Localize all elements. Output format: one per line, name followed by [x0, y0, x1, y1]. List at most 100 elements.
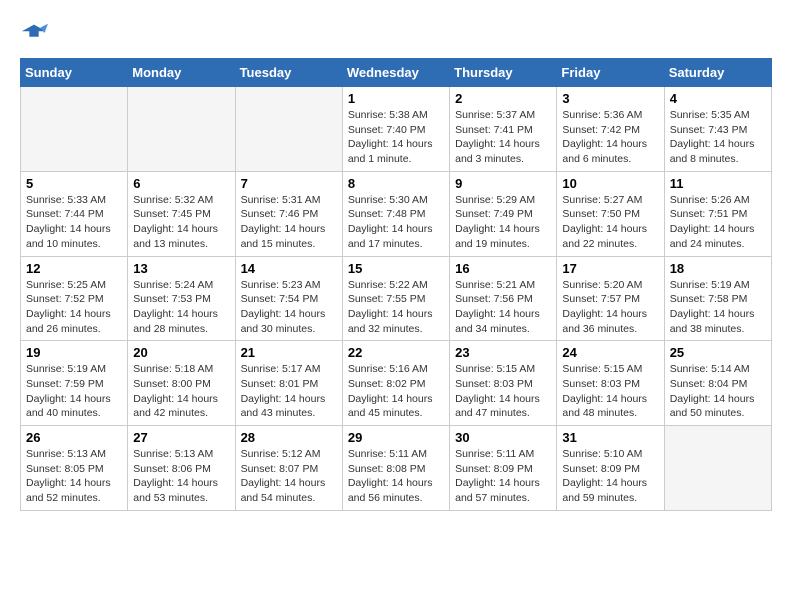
day-info: Sunrise: 5:13 AMSunset: 8:05 PMDaylight:… — [26, 447, 122, 506]
calendar-cell: 14 Sunrise: 5:23 AMSunset: 7:54 PMDayligh… — [235, 256, 342, 341]
day-info: Sunrise: 5:19 AMSunset: 7:58 PMDaylight:… — [670, 278, 766, 337]
day-info: Sunrise: 5:23 AMSunset: 7:54 PMDaylight:… — [241, 278, 337, 337]
weekday-header: Tuesday — [235, 59, 342, 87]
day-number: 1 — [348, 91, 444, 106]
weekday-header: Wednesday — [342, 59, 449, 87]
day-number: 22 — [348, 345, 444, 360]
calendar-cell: 29 Sunrise: 5:11 AMSunset: 8:08 PMDayligh… — [342, 426, 449, 511]
calendar-cell: 30 Sunrise: 5:11 AMSunset: 8:09 PMDayligh… — [450, 426, 557, 511]
day-info: Sunrise: 5:21 AMSunset: 7:56 PMDaylight:… — [455, 278, 551, 337]
calendar-cell: 25Sunrise: 5:14 AMSunset: 8:04 PMDayligh… — [664, 341, 771, 426]
day-info: Sunrise: 5:13 AMSunset: 8:06 PMDaylight:… — [133, 447, 229, 506]
day-info: Sunrise: 5:15 AMSunset: 8:03 PMDaylight:… — [455, 362, 551, 421]
calendar-cell: 27 Sunrise: 5:13 AMSunset: 8:06 PMDayligh… — [128, 426, 235, 511]
day-number: 14 — [241, 261, 337, 276]
day-number: 28 — [241, 430, 337, 445]
calendar-cell: 8 Sunrise: 5:30 AMSunset: 7:48 PMDaylight… — [342, 171, 449, 256]
day-number: 29 — [348, 430, 444, 445]
weekday-header: Saturday — [664, 59, 771, 87]
day-number: 18 — [670, 261, 766, 276]
calendar-cell: 19 Sunrise: 5:19 AMSunset: 7:59 PMDayligh… — [21, 341, 128, 426]
weekday-header: Sunday — [21, 59, 128, 87]
day-number: 13 — [133, 261, 229, 276]
day-number: 12 — [26, 261, 122, 276]
calendar-cell: 13 Sunrise: 5:24 AMSunset: 7:53 PMDayligh… — [128, 256, 235, 341]
day-info: Sunrise: 5:17 AMSunset: 8:01 PMDaylight:… — [241, 362, 337, 421]
day-number: 31 — [562, 430, 658, 445]
calendar-cell: 23 Sunrise: 5:15 AMSunset: 8:03 PMDayligh… — [450, 341, 557, 426]
day-number: 30 — [455, 430, 551, 445]
calendar-cell: 31 Sunrise: 5:10 AMSunset: 8:09 PMDayligh… — [557, 426, 664, 511]
logo-icon — [20, 20, 48, 48]
day-number: 23 — [455, 345, 551, 360]
day-info: Sunrise: 5:38 AMSunset: 7:40 PMDaylight:… — [348, 108, 444, 167]
day-number: 20 — [133, 345, 229, 360]
day-number: 2 — [455, 91, 551, 106]
day-info: Sunrise: 5:14 AMSunset: 8:04 PMDaylight:… — [670, 362, 766, 421]
day-number: 7 — [241, 176, 337, 191]
day-number: 17 — [562, 261, 658, 276]
day-info: Sunrise: 5:24 AMSunset: 7:53 PMDaylight:… — [133, 278, 229, 337]
calendar-cell: 7 Sunrise: 5:31 AMSunset: 7:46 PMDaylight… — [235, 171, 342, 256]
calendar-cell: 12 Sunrise: 5:25 AMSunset: 7:52 PMDayligh… — [21, 256, 128, 341]
calendar-table: SundayMondayTuesdayWednesdayThursdayFrid… — [20, 58, 772, 511]
day-info: Sunrise: 5:30 AMSunset: 7:48 PMDaylight:… — [348, 193, 444, 252]
day-number: 21 — [241, 345, 337, 360]
calendar-cell: 17 Sunrise: 5:20 AMSunset: 7:57 PMDayligh… — [557, 256, 664, 341]
logo — [20, 20, 52, 48]
calendar-cell: 15 Sunrise: 5:22 AMSunset: 7:55 PMDayligh… — [342, 256, 449, 341]
calendar-cell: 20 Sunrise: 5:18 AMSunset: 8:00 PMDayligh… — [128, 341, 235, 426]
day-number: 24 — [562, 345, 658, 360]
day-number: 9 — [455, 176, 551, 191]
calendar-cell: 3 Sunrise: 5:36 AMSunset: 7:42 PMDaylight… — [557, 87, 664, 172]
day-info: Sunrise: 5:36 AMSunset: 7:42 PMDaylight:… — [562, 108, 658, 167]
calendar-cell: 1 Sunrise: 5:38 AMSunset: 7:40 PMDaylight… — [342, 87, 449, 172]
day-number: 3 — [562, 91, 658, 106]
header — [20, 20, 772, 48]
day-info: Sunrise: 5:31 AMSunset: 7:46 PMDaylight:… — [241, 193, 337, 252]
calendar-cell — [21, 87, 128, 172]
day-info: Sunrise: 5:26 AMSunset: 7:51 PMDaylight:… — [670, 193, 766, 252]
day-number: 16 — [455, 261, 551, 276]
day-info: Sunrise: 5:10 AMSunset: 8:09 PMDaylight:… — [562, 447, 658, 506]
day-info: Sunrise: 5:25 AMSunset: 7:52 PMDaylight:… — [26, 278, 122, 337]
day-info: Sunrise: 5:12 AMSunset: 8:07 PMDaylight:… — [241, 447, 337, 506]
calendar-cell: 10Sunrise: 5:27 AMSunset: 7:50 PMDayligh… — [557, 171, 664, 256]
calendar-cell: 4 Sunrise: 5:35 AMSunset: 7:43 PMDaylight… — [664, 87, 771, 172]
day-info: Sunrise: 5:19 AMSunset: 7:59 PMDaylight:… — [26, 362, 122, 421]
day-number: 27 — [133, 430, 229, 445]
calendar-cell: 11 Sunrise: 5:26 AMSunset: 7:51 PMDayligh… — [664, 171, 771, 256]
day-number: 26 — [26, 430, 122, 445]
day-number: 19 — [26, 345, 122, 360]
calendar-cell: 28 Sunrise: 5:12 AMSunset: 8:07 PMDayligh… — [235, 426, 342, 511]
day-number: 11 — [670, 176, 766, 191]
weekday-header: Thursday — [450, 59, 557, 87]
calendar-cell: 5 Sunrise: 5:33 AMSunset: 7:44 PMDaylight… — [21, 171, 128, 256]
day-info: Sunrise: 5:35 AMSunset: 7:43 PMDaylight:… — [670, 108, 766, 167]
calendar-cell: 6Sunrise: 5:32 AMSunset: 7:45 PMDaylight… — [128, 171, 235, 256]
weekday-header: Monday — [128, 59, 235, 87]
calendar-cell: 9 Sunrise: 5:29 AMSunset: 7:49 PMDaylight… — [450, 171, 557, 256]
day-number: 8 — [348, 176, 444, 191]
calendar-cell — [235, 87, 342, 172]
calendar-cell: 22Sunrise: 5:16 AMSunset: 8:02 PMDayligh… — [342, 341, 449, 426]
calendar-cell: 24Sunrise: 5:15 AMSunset: 8:03 PMDayligh… — [557, 341, 664, 426]
day-info: Sunrise: 5:20 AMSunset: 7:57 PMDaylight:… — [562, 278, 658, 337]
day-info: Sunrise: 5:29 AMSunset: 7:49 PMDaylight:… — [455, 193, 551, 252]
calendar-cell — [664, 426, 771, 511]
day-number: 15 — [348, 261, 444, 276]
day-info: Sunrise: 5:27 AMSunset: 7:50 PMDaylight:… — [562, 193, 658, 252]
day-info: Sunrise: 5:33 AMSunset: 7:44 PMDaylight:… — [26, 193, 122, 252]
day-info: Sunrise: 5:18 AMSunset: 8:00 PMDaylight:… — [133, 362, 229, 421]
day-number: 5 — [26, 176, 122, 191]
day-info: Sunrise: 5:22 AMSunset: 7:55 PMDaylight:… — [348, 278, 444, 337]
calendar-cell: 21 Sunrise: 5:17 AMSunset: 8:01 PMDayligh… — [235, 341, 342, 426]
calendar-cell: 16 Sunrise: 5:21 AMSunset: 7:56 PMDayligh… — [450, 256, 557, 341]
calendar-cell: 2Sunrise: 5:37 AMSunset: 7:41 PMDaylight… — [450, 87, 557, 172]
calendar-cell: 26 Sunrise: 5:13 AMSunset: 8:05 PMDayligh… — [21, 426, 128, 511]
weekday-header: Friday — [557, 59, 664, 87]
day-info: Sunrise: 5:11 AMSunset: 8:08 PMDaylight:… — [348, 447, 444, 506]
day-number: 6 — [133, 176, 229, 191]
day-info: Sunrise: 5:11 AMSunset: 8:09 PMDaylight:… — [455, 447, 551, 506]
day-number: 4 — [670, 91, 766, 106]
